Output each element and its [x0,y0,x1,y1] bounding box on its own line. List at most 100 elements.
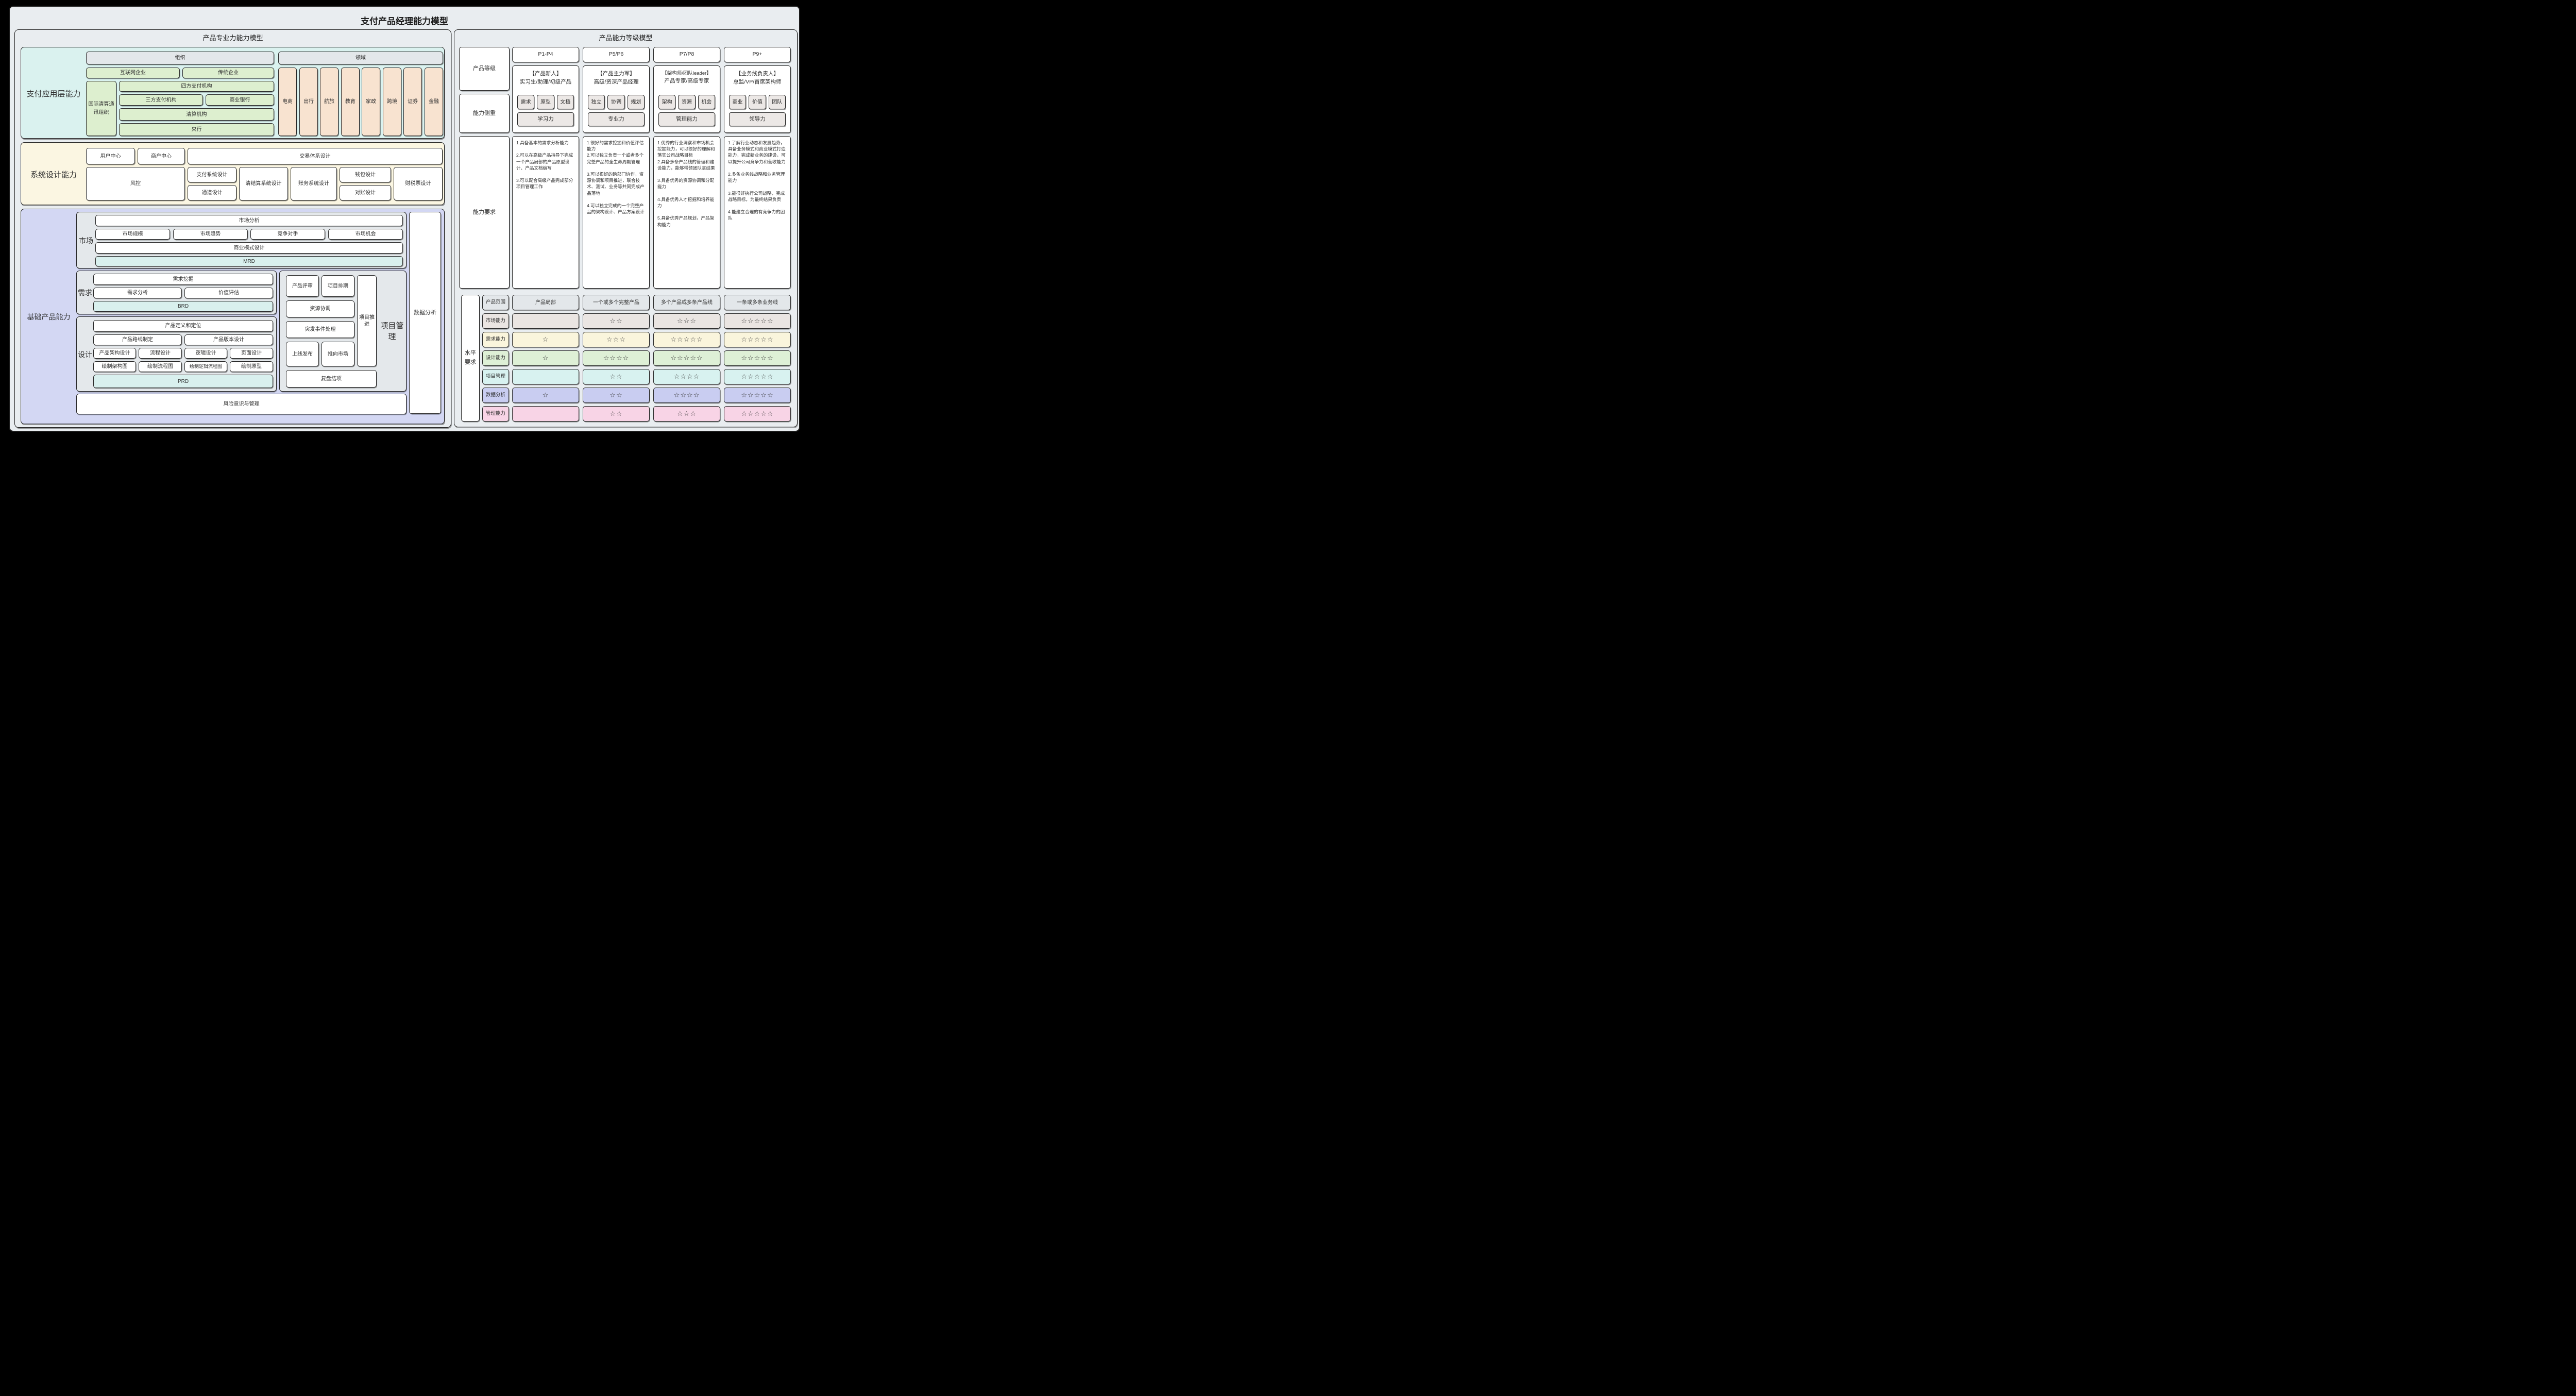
matrix-cell: ☆ [512,332,579,347]
page-design-box: 页面设计 [230,348,273,359]
matrix-cell: ☆ [512,388,579,403]
matrix-cell: ☆☆ [583,369,650,384]
draw-flow-box: 绘制流程图 [139,361,182,372]
market-trend-box: 市场趋势 [173,229,248,240]
business-model-box: 商业模式设计 [95,242,403,254]
clearing-org-box: 清算机构 [119,108,274,121]
role-subtitle: 产品专家/高级专家 [665,78,709,85]
requirement-row-label: 能力要求 [459,136,510,289]
draw-prototype-box: 绘制原型 [230,361,273,372]
matrix-cell: ☆☆☆☆ [653,388,720,403]
role-card-p5p6: 【产品主力军】 高级/资深产品经理 独立 协调 规划 专业力 [583,65,650,133]
badge: 需求 [517,95,534,109]
central-bank-box: 央行 [119,123,274,136]
role-subtitle: 实习生/助理/初级产品 [520,79,571,86]
prd-box: PRD [93,375,273,388]
commercial-bank-box: 商业银行 [206,94,274,106]
matrix-cell [512,369,579,384]
market-opportunity-box: 市场机会 [328,229,403,240]
focus-main-badge: 领导力 [729,112,786,126]
trade-system-box: 交易体系设计 [188,148,443,164]
matrix-cell: ☆☆☆☆☆ [724,369,791,384]
role-title: 【产品主力军】 [597,71,635,78]
matrix-cell: ☆☆☆☆☆ [724,406,791,422]
resource-coordination-box: 资源协调 [286,300,354,317]
role-title: 【产品新人】 [530,71,562,78]
role-card-p9: 【业务线负责人】 总监/VP/首席架构师 商业 价值 团队 领导力 [724,65,791,133]
project-advance-box: 项目推进 [357,275,377,366]
role-subtitle: 高级/资深产品经理 [594,79,639,86]
matrix-label-project: 项目管理 [482,369,509,384]
brd-box: BRD [93,301,273,312]
focus-badges: 架构 资源 机会 [658,95,715,109]
base-product-label: 基础产品能力 [21,209,76,425]
value-eval-box: 价值评估 [184,288,273,298]
emergency-handling-box: 突发事件处理 [286,321,354,338]
reconciliation-box: 对账设计 [340,185,391,200]
market-scale-box: 市场规模 [95,229,170,240]
req-mining-box: 需求挖掘 [93,274,273,285]
product-definition-box: 产品定义和定位 [93,320,273,332]
badge: 机会 [698,95,715,109]
focus-main-badge: 管理能力 [658,112,715,126]
matrix-label-data: 数据分析 [482,388,509,403]
req-analysis-box: 需求分析 [93,288,182,298]
domain-housekeeping: 家政 [362,68,380,136]
system-design-label: 系统设计能力 [21,143,86,206]
intl-clearing-org-box: 国际清算通讯组织 [86,81,116,136]
three-party-box: 三方支付机构 [119,94,203,106]
clearing-system-box: 清结算系统设计 [239,167,288,200]
channel-design-box: 通道设计 [188,185,236,200]
logic-design-box: 逻辑设计 [184,348,227,359]
right-panel: 产品能力等级模型 产品等级 能力侧重 能力要求 水平要求 P1-P4 P5/P6… [454,29,798,427]
roadmap-box: 产品路线制定 [93,334,182,345]
competitor-box: 竞争对手 [250,229,325,240]
matrix-cell: ☆☆ [583,388,650,403]
matrix-cell: 一条或多条业务线 [724,295,791,310]
matrix-cell: 一个或多个完整产品 [583,295,650,310]
focus-main-badge: 学习力 [517,112,574,126]
matrix-cell: ☆☆☆☆☆ [724,388,791,403]
project-label: 项目管理 [380,271,404,392]
badge: 原型 [537,95,554,109]
domain-aviation: 航旅 [320,68,338,136]
matrix-cell [512,406,579,422]
matrix-label-management: 管理能力 [482,406,509,422]
badge: 文档 [557,95,574,109]
traditional-company-box: 传统企业 [182,68,274,78]
go-to-market-box: 推向市场 [321,342,354,366]
system-design-section: 系统设计能力 用户中心 商户中心 交易体系设计 风控 支付系统设计 通道设计 清… [21,142,445,205]
data-analysis-column: 数据分析 [409,212,441,414]
merchant-center-box: 商户中心 [138,148,185,164]
matrix-label-design: 设计能力 [482,350,509,366]
design-label: 设计 [77,317,93,392]
draw-arch-box: 绘制架构图 [93,361,136,372]
badge: 规划 [628,95,645,109]
pay-system-box: 支付系统设计 [188,167,236,182]
risk-awareness-box: 风险意识与管理 [76,394,406,414]
matrix-cell: ☆☆ [583,313,650,329]
arch-design-box: 产品架构设计 [93,348,136,359]
role-subtitle: 总监/VP/首席架构师 [733,79,781,86]
focus-badges: 需求 原型 文档 [517,95,574,109]
right-panel-title: 产品能力等级模型 [454,32,797,42]
grade-row-label: 产品等级 [459,47,510,91]
payment-layer-label: 支付应用层能力 [21,47,86,139]
focus-badges: 商业 价值 团队 [729,95,786,109]
grade-p9: P9+ [724,47,791,62]
domain-finance: 金融 [425,68,443,136]
tax-design-box: 财税票设计 [394,167,443,200]
role-card-p1p4: 【产品新人】 实习生/助理/初级产品 需求 原型 文档 学习力 [512,65,579,133]
domain-ecommerce: 电商 [278,68,297,136]
matrix-cell: 多个产品或多条产品线 [653,295,720,310]
draw-logic-flow-box: 绘制逻辑流程图 [184,361,227,372]
user-center-box: 用户中心 [86,148,135,164]
grade-p1p4: P1-P4 [512,47,579,62]
matrix-cell: ☆☆☆☆☆ [724,350,791,366]
domain-securities: 证券 [403,68,422,136]
badge: 团队 [769,95,786,109]
badge: 商业 [729,95,746,109]
domain-crossborder: 跨境 [383,68,401,136]
base-product-section: 基础产品能力 市场 市场分析 市场规模 市场趋势 竞争对手 市场机会 商业模式设… [21,209,445,424]
market-group: 市场 市场分析 市场规模 市场趋势 竞争对手 市场机会 商业模式设计 MRD [76,212,406,268]
